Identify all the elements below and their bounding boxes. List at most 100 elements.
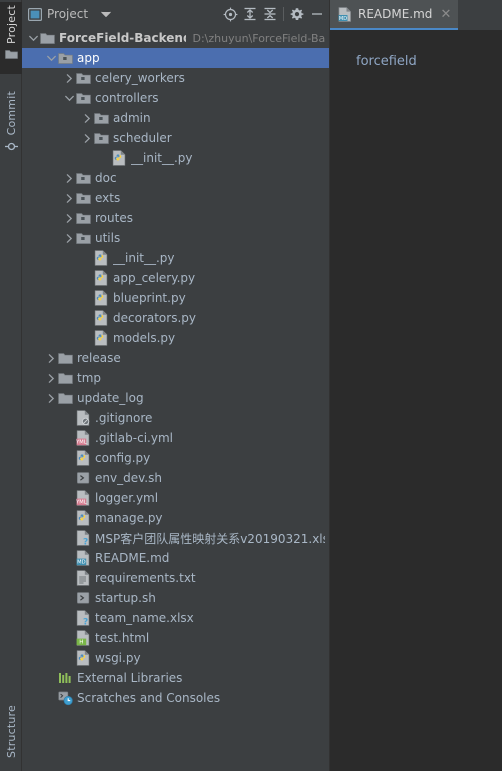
tree-row[interactable]: app: [22, 48, 329, 68]
collapse-all-button[interactable]: [260, 4, 280, 24]
tree-row-label: release: [77, 351, 121, 365]
tool-tab-commit[interactable]: Commit: [0, 88, 22, 166]
project-file-tree[interactable]: ForceField-Backend D:\zhuyun\ForceField-B…: [22, 28, 329, 771]
chevron-right-icon[interactable]: [64, 228, 75, 248]
tree-row[interactable]: doc: [22, 168, 329, 188]
tree-row[interactable]: YML logger.yml: [22, 488, 329, 508]
tree-row-label: models.py: [113, 331, 176, 345]
tree-row[interactable]: MD README.md: [22, 548, 329, 568]
tree-row[interactable]: .gitignore: [22, 408, 329, 428]
python-file-icon: [93, 330, 109, 346]
tree-row-label: Scratches and Consoles: [77, 691, 221, 705]
tree-row[interactable]: tmp: [22, 368, 329, 388]
tool-tab-project[interactable]: Project: [0, 2, 22, 74]
tree-row[interactable]: controllers: [22, 88, 329, 108]
chevron-right-icon[interactable]: [82, 128, 93, 148]
tree-row[interactable]: update_log: [22, 388, 329, 408]
tree-row-label: External Libraries: [77, 671, 183, 685]
svg-text:MD: MD: [77, 560, 85, 566]
tree-row-label: ForceField-Backend: [59, 31, 186, 45]
project-panel-title-group[interactable]: Project: [28, 7, 111, 21]
project-panel-header: Project: [22, 0, 329, 28]
tree-row[interactable]: env_dev.sh: [22, 468, 329, 488]
tree-row[interactable]: app_celery.py: [22, 268, 329, 288]
tree-row[interactable]: Scratches and Consoles: [22, 688, 329, 708]
chevron-right-icon[interactable]: [64, 68, 75, 88]
chevron-right-icon[interactable]: [64, 208, 75, 228]
minimize-button[interactable]: [307, 4, 327, 24]
tree-row[interactable]: manage.py: [22, 508, 329, 528]
close-icon[interactable]: ✕: [440, 7, 451, 22]
folder-icon: [57, 390, 73, 406]
tool-tab-commit-label: Commit: [4, 91, 18, 136]
tree-row[interactable]: routes: [22, 208, 329, 228]
tree-row[interactable]: admin: [22, 108, 329, 128]
expand-all-button[interactable]: [240, 4, 260, 24]
tree-row-label: env_dev.sh: [95, 471, 162, 485]
svg-text:H: H: [79, 640, 83, 646]
chevron-right-icon[interactable]: [46, 388, 57, 408]
tree-row-label: __init__.py: [131, 151, 193, 165]
python-file-icon: [93, 270, 109, 286]
chevron-right-icon[interactable]: [46, 348, 57, 368]
python-file-icon: [75, 450, 91, 466]
tree-row-label: admin: [113, 111, 151, 125]
libraries-icon: [57, 670, 73, 686]
tree-row[interactable]: Htest.html: [22, 628, 329, 648]
svg-text:?: ?: [82, 538, 87, 546]
unknown-file-icon: ?: [75, 530, 91, 546]
unknown-file-icon: ?: [75, 610, 91, 626]
tree-row[interactable]: __init__.py: [22, 148, 329, 168]
tree-row[interactable]: decorators.py: [22, 308, 329, 328]
tree-row-label: .gitlab-ci.yml: [95, 431, 173, 445]
tool-tab-structure[interactable]: Structure: [0, 702, 22, 770]
tree-row[interactable]: startup.sh: [22, 588, 329, 608]
editor-tab-readme[interactable]: MD README.md ✕: [330, 0, 459, 30]
chevron-right-icon[interactable]: [82, 108, 93, 128]
chevron-down-icon[interactable]: [64, 88, 75, 108]
editor-content-area[interactable]: forcefield: [330, 30, 502, 771]
tree-row[interactable]: models.py: [22, 328, 329, 348]
shell-file-icon: [75, 590, 91, 606]
tree-row[interactable]: utils: [22, 228, 329, 248]
chevron-down-icon[interactable]: [28, 28, 39, 48]
chevron-down-icon[interactable]: [101, 11, 111, 18]
tree-row[interactable]: blueprint.py: [22, 288, 329, 308]
folder-icon: [39, 30, 55, 46]
tree-row[interactable]: release: [22, 348, 329, 368]
tree-row[interactable]: config.py: [22, 448, 329, 468]
chevron-right-icon[interactable]: [64, 188, 75, 208]
tree-row-label: manage.py: [95, 511, 163, 525]
tree-row[interactable]: __init__.py: [22, 248, 329, 268]
settings-button[interactable]: [287, 4, 307, 24]
svg-text:YML: YML: [76, 500, 87, 506]
folder-icon: [57, 350, 73, 366]
tree-row-label: blueprint.py: [113, 291, 186, 305]
chevron-down-icon[interactable]: [46, 48, 57, 68]
tree-row[interactable]: celery_workers: [22, 68, 329, 88]
tree-row[interactable]: ? team_name.xlsx: [22, 608, 329, 628]
module-folder-icon: [57, 50, 73, 66]
tree-row-label: doc: [95, 171, 117, 185]
tree-row-label: routes: [95, 211, 133, 225]
python-file-icon: [75, 510, 91, 526]
tree-row[interactable]: YML .gitlab-ci.yml: [22, 428, 329, 448]
editor-tab-bar: MD README.md ✕: [330, 0, 502, 30]
tree-row[interactable]: scheduler: [22, 128, 329, 148]
tree-row[interactable]: requirements.txt: [22, 568, 329, 588]
tree-row[interactable]: External Libraries: [22, 668, 329, 688]
tree-row-label: .gitignore: [95, 411, 153, 425]
folder-icon: [57, 370, 73, 386]
tree-row[interactable]: ForceField-Backend D:\zhuyun\ForceField-B…: [22, 28, 329, 48]
tree-row[interactable]: exts: [22, 188, 329, 208]
tree-row[interactable]: wsgi.py: [22, 648, 329, 668]
markdown-file-icon: MD: [338, 6, 352, 22]
chevron-right-icon[interactable]: [64, 168, 75, 188]
python-file-icon: [75, 650, 91, 666]
select-opened-file-button[interactable]: [220, 4, 240, 24]
tree-row-label: utils: [95, 231, 121, 245]
tree-row[interactable]: ? MSP客户团队属性映射关系v20190321.xlsx: [22, 528, 329, 548]
project-tool-window: Project ForceField-Backend D:\zhuyun\For…: [22, 0, 330, 771]
python-file-icon: [93, 250, 109, 266]
chevron-right-icon[interactable]: [46, 368, 57, 388]
